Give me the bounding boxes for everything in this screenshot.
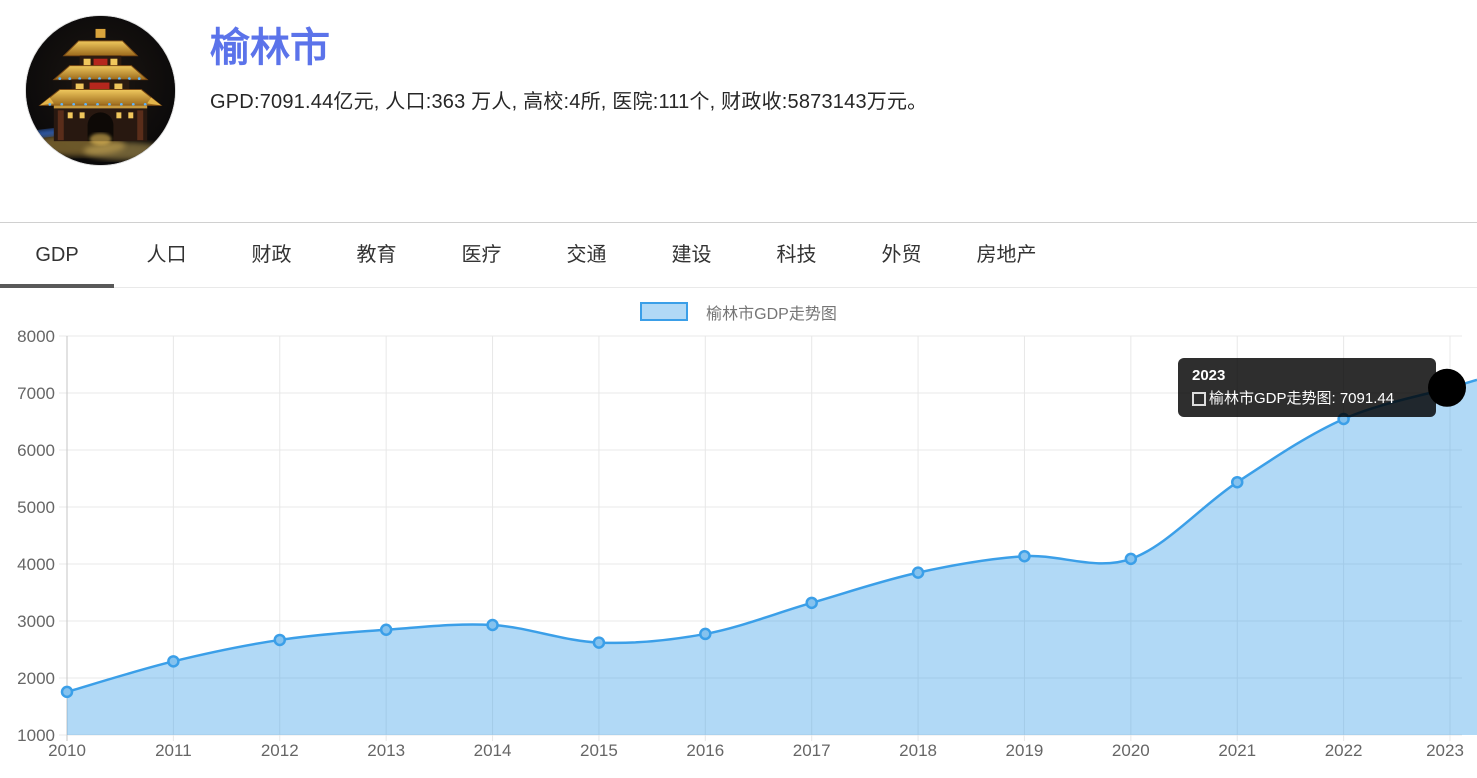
tab-population[interactable]: 人口 xyxy=(114,223,219,287)
tab-realestate[interactable]: 房地产 xyxy=(954,223,1059,287)
gdp-trend-chart[interactable]: 1000200030004000500060007000800020102011… xyxy=(0,328,1477,777)
x-axis-tick-label: 2018 xyxy=(899,741,937,760)
tab-medical[interactable]: 医疗 xyxy=(429,223,534,287)
city-stats-text: GPD:7091.44亿元, 人口:363 万人, 高校:4所, 医院:111个… xyxy=(210,85,927,114)
x-axis-tick-label: 2017 xyxy=(793,741,831,760)
data-point-2011[interactable] xyxy=(168,656,178,666)
y-axis-tick-label: 5000 xyxy=(17,498,55,517)
data-point-2019[interactable] xyxy=(1019,551,1029,561)
data-point-2014[interactable] xyxy=(488,620,498,630)
data-point-2020[interactable] xyxy=(1126,554,1136,564)
data-point-2022[interactable] xyxy=(1339,414,1349,424)
y-axis-tick-label: 4000 xyxy=(17,555,55,574)
tab-gdp[interactable]: GDP xyxy=(0,223,114,287)
x-axis-tick-label: 2015 xyxy=(580,741,618,760)
y-axis-tick-label: 6000 xyxy=(17,441,55,460)
data-point-2015[interactable] xyxy=(594,638,604,648)
legend-series-label: 榆林市GDP走势图 xyxy=(706,300,837,324)
data-point-2017[interactable] xyxy=(807,598,817,608)
x-axis-tick-label: 2013 xyxy=(367,741,405,760)
tab-trade[interactable]: 外贸 xyxy=(849,223,954,287)
tab-finance[interactable]: 财政 xyxy=(219,223,324,287)
data-point-2013[interactable] xyxy=(381,625,391,635)
y-axis-tick-label: 2000 xyxy=(17,669,55,688)
city-night-photo xyxy=(26,16,175,165)
x-axis-tick-label: 2011 xyxy=(155,741,192,760)
gdp-area-fill xyxy=(67,380,1477,735)
y-axis-tick-label: 8000 xyxy=(17,328,55,346)
data-point-2016[interactable] xyxy=(700,629,710,639)
chart-legend[interactable]: 榆林市GDP走势图 xyxy=(0,301,1477,322)
data-point-2018[interactable] xyxy=(913,568,923,578)
chart-canvas[interactable]: 1000200030004000500060007000800020102011… xyxy=(0,328,1477,777)
profile-header: 榆林市 GPD:7091.44亿元, 人口:363 万人, 高校:4所, 医院:… xyxy=(0,0,1477,222)
tab-construction[interactable]: 建设 xyxy=(639,223,744,287)
active-data-point-2023[interactable] xyxy=(1428,369,1466,407)
x-axis-tick-label: 2012 xyxy=(261,741,299,760)
x-axis-tick-label: 2020 xyxy=(1112,741,1150,760)
x-axis-tick-label: 2021 xyxy=(1218,741,1256,760)
category-tabbar: GDP 人口 财政 教育 医疗 交通 建设 科技 外贸 房地产 xyxy=(0,222,1477,288)
x-axis-tick-label: 2023 xyxy=(1426,741,1464,760)
x-axis-tick-label: 2016 xyxy=(686,741,724,760)
x-axis-tick-label: 2019 xyxy=(1006,741,1044,760)
legend-color-swatch xyxy=(640,302,688,321)
data-point-2010[interactable] xyxy=(62,687,72,697)
x-axis-tick-label: 2010 xyxy=(48,741,86,760)
x-axis-tick-label: 2014 xyxy=(474,741,512,760)
x-axis-tick-label: 2022 xyxy=(1325,741,1363,760)
y-axis-tick-label: 3000 xyxy=(17,612,55,631)
tab-transport[interactable]: 交通 xyxy=(534,223,639,287)
y-axis-tick-label: 7000 xyxy=(17,384,55,403)
tab-technology[interactable]: 科技 xyxy=(744,223,849,287)
city-avatar xyxy=(25,15,176,166)
tab-education[interactable]: 教育 xyxy=(324,223,429,287)
data-point-2012[interactable] xyxy=(275,635,285,645)
data-point-2021[interactable] xyxy=(1232,477,1242,487)
page-title: 榆林市 xyxy=(210,23,927,73)
